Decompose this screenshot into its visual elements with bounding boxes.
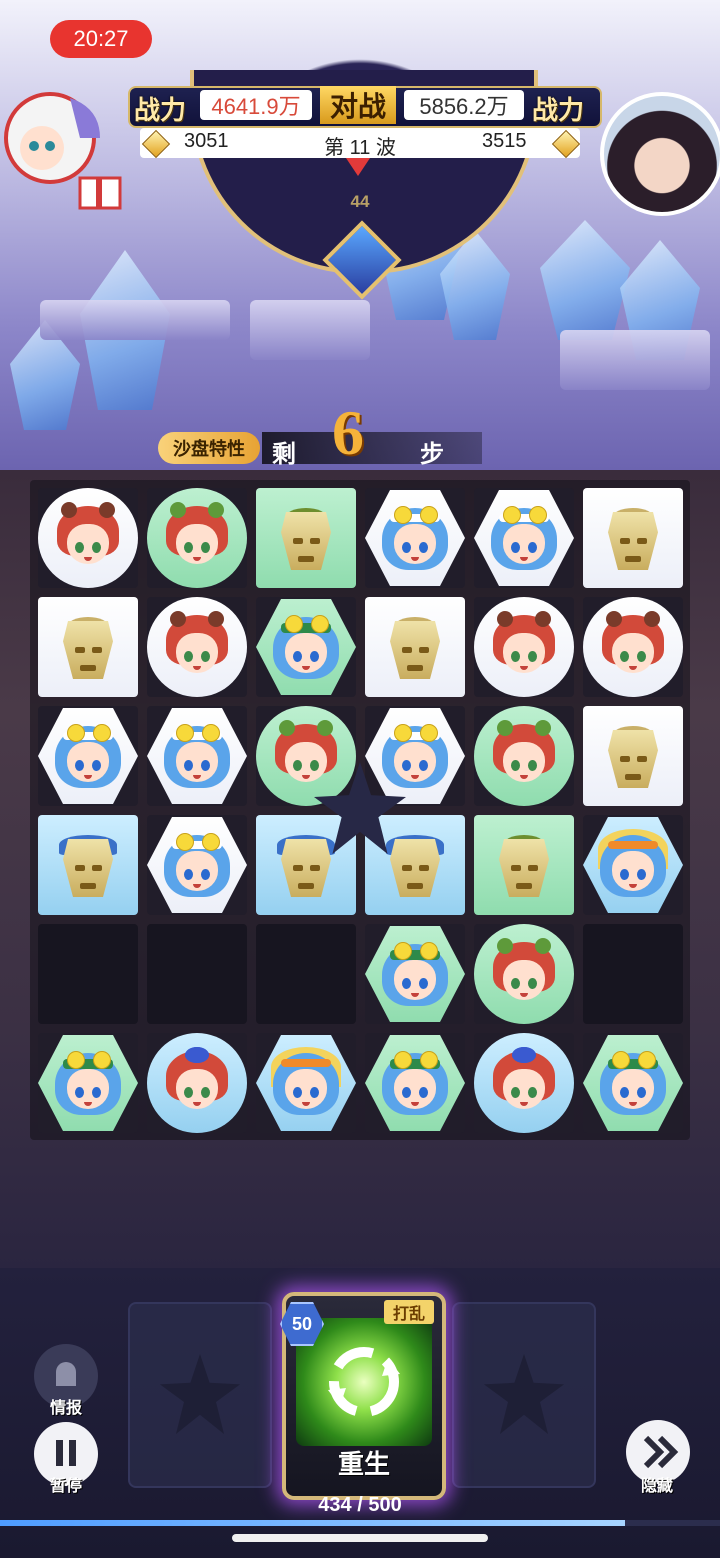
red-hair-hero-icon <box>489 938 559 1010</box>
blue-hair-hero-icon <box>489 502 559 574</box>
red-hair-hero-icon <box>489 720 559 792</box>
energy-bar-fill <box>0 1520 625 1526</box>
board-tile[interactable] <box>365 924 465 1024</box>
blue-hair-hero-icon <box>380 1047 450 1119</box>
vs-label: 对战 <box>320 86 396 124</box>
empty-slot-star-icon <box>484 1354 564 1434</box>
blue-hair-hero-icon <box>53 720 123 792</box>
beast-mask-hero-icon <box>53 611 123 683</box>
board-tile[interactable] <box>147 488 247 588</box>
red-hair-hero-icon <box>271 720 341 792</box>
board-tile[interactable] <box>583 597 683 697</box>
steps-prefix: 剩 <box>272 442 296 468</box>
blue-hair-hero-icon <box>162 720 232 792</box>
red-hair-hero-icon <box>162 1047 232 1119</box>
board-tile[interactable] <box>474 706 574 806</box>
empty-cell <box>256 924 356 1024</box>
beast-mask-hero-icon <box>271 502 341 574</box>
board-tile[interactable] <box>365 706 465 806</box>
skill-name: 重生 <box>337 1450 390 1479</box>
red-hair-hero-icon <box>598 611 668 683</box>
empty-cell <box>583 924 683 1024</box>
red-hair-hero-icon <box>162 502 232 574</box>
board-tile[interactable] <box>583 1033 683 1133</box>
beast-mask-hero-icon <box>598 502 668 574</box>
blue-hair-hero-icon <box>162 829 232 901</box>
board-tile[interactable] <box>365 1033 465 1133</box>
board-tile[interactable] <box>147 706 247 806</box>
steps-suffix: 步 <box>420 442 444 468</box>
sandbox-feature-button[interactable]: 沙盘特性 <box>158 432 260 464</box>
board-tile[interactable] <box>474 1033 574 1133</box>
energy-counter: 434 / 500 <box>318 1494 402 1516</box>
player-avatar[interactable] <box>0 78 130 218</box>
red-hair-hero-icon <box>53 502 123 574</box>
board-tile[interactable] <box>147 815 247 915</box>
skill-tag: 打乱 <box>384 1300 434 1324</box>
red-hair-hero-icon <box>489 1047 559 1119</box>
hide-label: 隐藏 <box>641 1478 674 1495</box>
red-hair-hero-icon <box>489 611 559 683</box>
board-tile[interactable] <box>38 706 138 806</box>
board-tile[interactable] <box>147 1033 247 1133</box>
beast-mask-hero-icon <box>489 829 559 901</box>
skill-slot-left[interactable] <box>128 1302 272 1488</box>
empty-cell <box>38 924 138 1024</box>
board-tile[interactable] <box>38 815 138 915</box>
wave-indicator: 第 11 波 <box>324 137 396 159</box>
intel-label: 情报 <box>50 1400 83 1417</box>
blue-hair-hero-icon <box>271 611 341 683</box>
left-score: 3051 <box>184 130 229 152</box>
beast-mask-hero-icon <box>53 829 123 901</box>
home-indicator[interactable] <box>232 1534 488 1542</box>
pause-label: 暂停 <box>50 1478 83 1495</box>
right-score: 3515 <box>482 130 527 152</box>
right-power-label: 战力 <box>532 96 585 125</box>
board-tile[interactable] <box>474 488 574 588</box>
board-tile[interactable] <box>474 815 574 915</box>
blue-hair-hero-icon <box>598 1047 668 1119</box>
blue-hair-hero-icon <box>380 938 450 1010</box>
red-hair-hero-icon <box>162 611 232 683</box>
board-tile[interactable] <box>256 706 356 806</box>
wave-arrow-icon <box>346 158 370 176</box>
board-tile[interactable] <box>583 815 683 915</box>
status-time: 20:27 <box>50 20 152 58</box>
beast-mask-hero-icon <box>598 720 668 792</box>
right-power-value: 5856.2万 <box>404 90 524 120</box>
board-tile[interactable] <box>38 597 138 697</box>
steps-remaining: 6 <box>332 397 364 468</box>
beast-mask-hero-icon <box>271 829 341 901</box>
board-tile[interactable] <box>38 1033 138 1133</box>
skill-slot-right[interactable] <box>452 1302 596 1488</box>
opponent-avatar[interactable] <box>600 92 720 216</box>
board-tile[interactable] <box>365 488 465 588</box>
board-tile[interactable] <box>38 488 138 588</box>
left-power-label: 战力 <box>134 96 187 125</box>
board-tile[interactable] <box>147 597 247 697</box>
board-tile[interactable] <box>474 924 574 1024</box>
beast-mask-hero-icon <box>380 611 450 683</box>
blue-hair-hero-icon <box>271 1047 341 1119</box>
blue-hair-hero-icon <box>380 720 450 792</box>
blue-hair-hero-icon <box>380 502 450 574</box>
blue-hair-hero-icon <box>598 829 668 901</box>
board-tile[interactable] <box>474 597 574 697</box>
board-tile[interactable] <box>583 488 683 588</box>
beast-mask-hero-icon <box>380 829 450 901</box>
empty-cell <box>147 924 247 1024</box>
energy-bar <box>0 1520 720 1526</box>
board-tile[interactable] <box>583 706 683 806</box>
board-tile[interactable] <box>256 597 356 697</box>
board-tile[interactable] <box>365 597 465 697</box>
center-value: 44 <box>350 192 370 211</box>
board-tile[interactable] <box>256 488 356 588</box>
left-power-value: 4641.9万 <box>200 90 312 120</box>
board-tile[interactable] <box>256 1033 356 1133</box>
blue-hair-hero-icon <box>53 1047 123 1119</box>
empty-slot-star-icon <box>160 1354 240 1434</box>
